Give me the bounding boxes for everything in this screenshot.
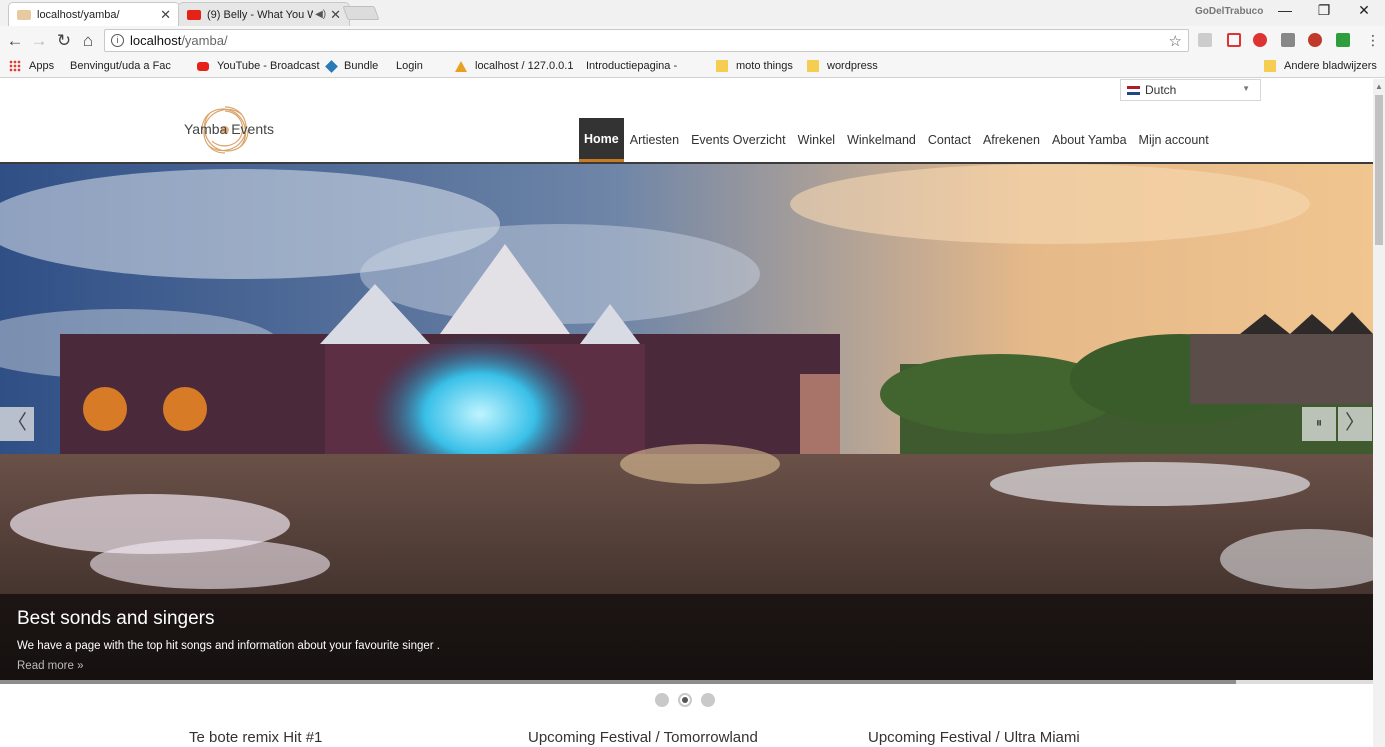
tab-youtube[interactable]: (9) Belly - What You W ◀) ✕ [178,2,350,26]
slider-dot-1[interactable] [655,693,669,707]
language-value: Dutch [1145,83,1177,97]
nav-contact[interactable]: Contact [922,118,977,162]
tab-yamba[interactable]: localhost/yamba/ ✕ [8,2,180,26]
extension-on-icon[interactable] [1336,33,1350,47]
back-icon[interactable]: ← [4,31,26,51]
nav-about-yamba[interactable]: About Yamba [1046,118,1133,162]
slider-prev-button[interactable]: 〈 [0,407,34,441]
youtube-favicon-icon [187,9,201,20]
phpmyadmin-icon [455,60,467,72]
browser-toolbar: ← → ↻ ⌂ i localhost/yamba/ ☆ ⋮ [0,26,1385,56]
dropbox-icon [325,59,338,73]
scroll-up-icon[interactable]: ▲ [1375,82,1383,91]
browser-menu-icon[interactable]: ⋮ [1366,32,1380,49]
scrollbar-thumb[interactable] [1375,95,1383,245]
bookmark-other[interactable]: Andere bladwijzers [1264,60,1377,72]
logo-text: Yamba Events [184,121,275,137]
bookmark-youtube[interactable]: YouTube - Broadcast [197,60,320,72]
nav-mijn-account[interactable]: Mijn account [1133,118,1215,162]
netherlands-flag-icon [1127,85,1140,95]
extension-grey-icon[interactable] [1281,33,1295,47]
home-icon[interactable]: ⌂ [77,31,99,51]
bookmark-introductiepagina[interactable]: Introductiepagina - [586,60,677,151]
youtube-icon [197,61,209,71]
info-icon[interactable]: i [111,34,124,47]
address-host: localhost [130,33,182,48]
bookmark-star-icon[interactable]: ☆ [1169,32,1182,50]
bookmark-apps[interactable]: Apps [9,60,54,72]
read-more-link[interactable]: Read more » [17,660,83,672]
nav-events-overzicht[interactable]: Events Overzicht [685,118,791,162]
card-title-1[interactable]: Te bote remix Hit #1 [189,729,322,746]
web-page: Dutch ▼ Yamba Events Home Artiesten Even… [0,79,1373,747]
bookmark-wordpress[interactable]: wordpress [807,60,878,72]
slide-heading: Best sonds and singers [17,608,215,629]
restore-icon[interactable]: ❐ [1309,2,1339,19]
reload-icon[interactable]: ↻ [53,31,75,51]
forward-icon[interactable]: → [28,31,50,51]
slider-pagination [655,693,715,707]
nav-artiesten[interactable]: Artiesten [624,118,685,162]
folder-icon [807,60,819,72]
close-icon[interactable]: ✕ [160,7,171,23]
slider-progress-fill [0,680,1236,684]
nav-afrekenen[interactable]: Afrekenen [977,118,1046,162]
close-icon[interactable]: ✕ [330,7,341,23]
folder-icon [1264,60,1276,72]
bookmark-phpmyadmin[interactable]: localhost / 127.0.0.1 [455,60,573,72]
card-title-2[interactable]: Upcoming Festival / Tomorrowland [528,729,758,746]
apps-grid-icon [9,60,21,72]
slider-progress [0,680,1373,684]
window-close-icon[interactable]: ✕ [1349,2,1379,19]
bookmark-bundle[interactable]: Bundle [325,59,378,73]
tab-title: localhost/yamba/ [37,8,120,21]
hero-slider: 〈 ⏸ 〉 Best sonds and singers We have a p… [0,164,1373,684]
bookmark-moto-things[interactable]: moto things [716,60,793,72]
slider-dot-2[interactable] [678,693,692,707]
slider-pause-button[interactable]: ⏸ [1302,407,1336,441]
address-bar[interactable]: i localhost/yamba/ ☆ [104,29,1189,52]
new-tab-button[interactable] [342,6,380,20]
nav-home[interactable]: Home [579,118,624,162]
nav-winkelmand[interactable]: Winkelmand [841,118,922,162]
bookmark-login[interactable]: Login [396,60,423,151]
address-path: /yamba/ [181,33,228,48]
yamba-favicon-icon [17,9,31,20]
chevron-down-icon: ▼ [1242,84,1250,93]
page-scrollbar[interactable]: ▲ [1373,79,1385,747]
main-nav: Home Artiesten Events Overzicht Winkel W… [579,118,1215,162]
nav-winkel[interactable]: Winkel [792,118,842,162]
tab-title: (9) Belly - What You W [207,8,314,21]
extension-red-icon[interactable] [1253,33,1267,47]
profile-name[interactable]: GoDelTrabuco [1195,6,1263,17]
extension-pdf-icon[interactable] [1198,33,1212,47]
browser-tabstrip: localhost/yamba/ ✕ (9) Belly - What You … [0,0,1385,26]
card-title-3[interactable]: Upcoming Festival / Ultra Miami [868,729,1080,746]
pocket-icon[interactable] [1227,33,1241,47]
speaker-icon[interactable]: ◀) [315,9,326,20]
slider-next-button[interactable]: 〉 [1338,407,1372,441]
slider-dot-3[interactable] [701,693,715,707]
minimize-icon[interactable]: — [1270,2,1300,18]
adblock-icon[interactable] [1308,33,1322,47]
bookmarks-bar: Apps Benvingut/uda a Fac YouTube - Broad… [0,56,1385,151]
folder-icon [716,60,728,72]
slide-text: We have a page with the top hit songs an… [17,640,440,652]
bookmark-facebook[interactable]: Benvingut/uda a Fac [70,60,171,151]
slide-caption: Best sonds and singers We have a page wi… [0,594,1373,684]
site-logo[interactable]: Yamba Events [180,99,280,159]
language-select[interactable]: Dutch ▼ [1120,79,1261,101]
